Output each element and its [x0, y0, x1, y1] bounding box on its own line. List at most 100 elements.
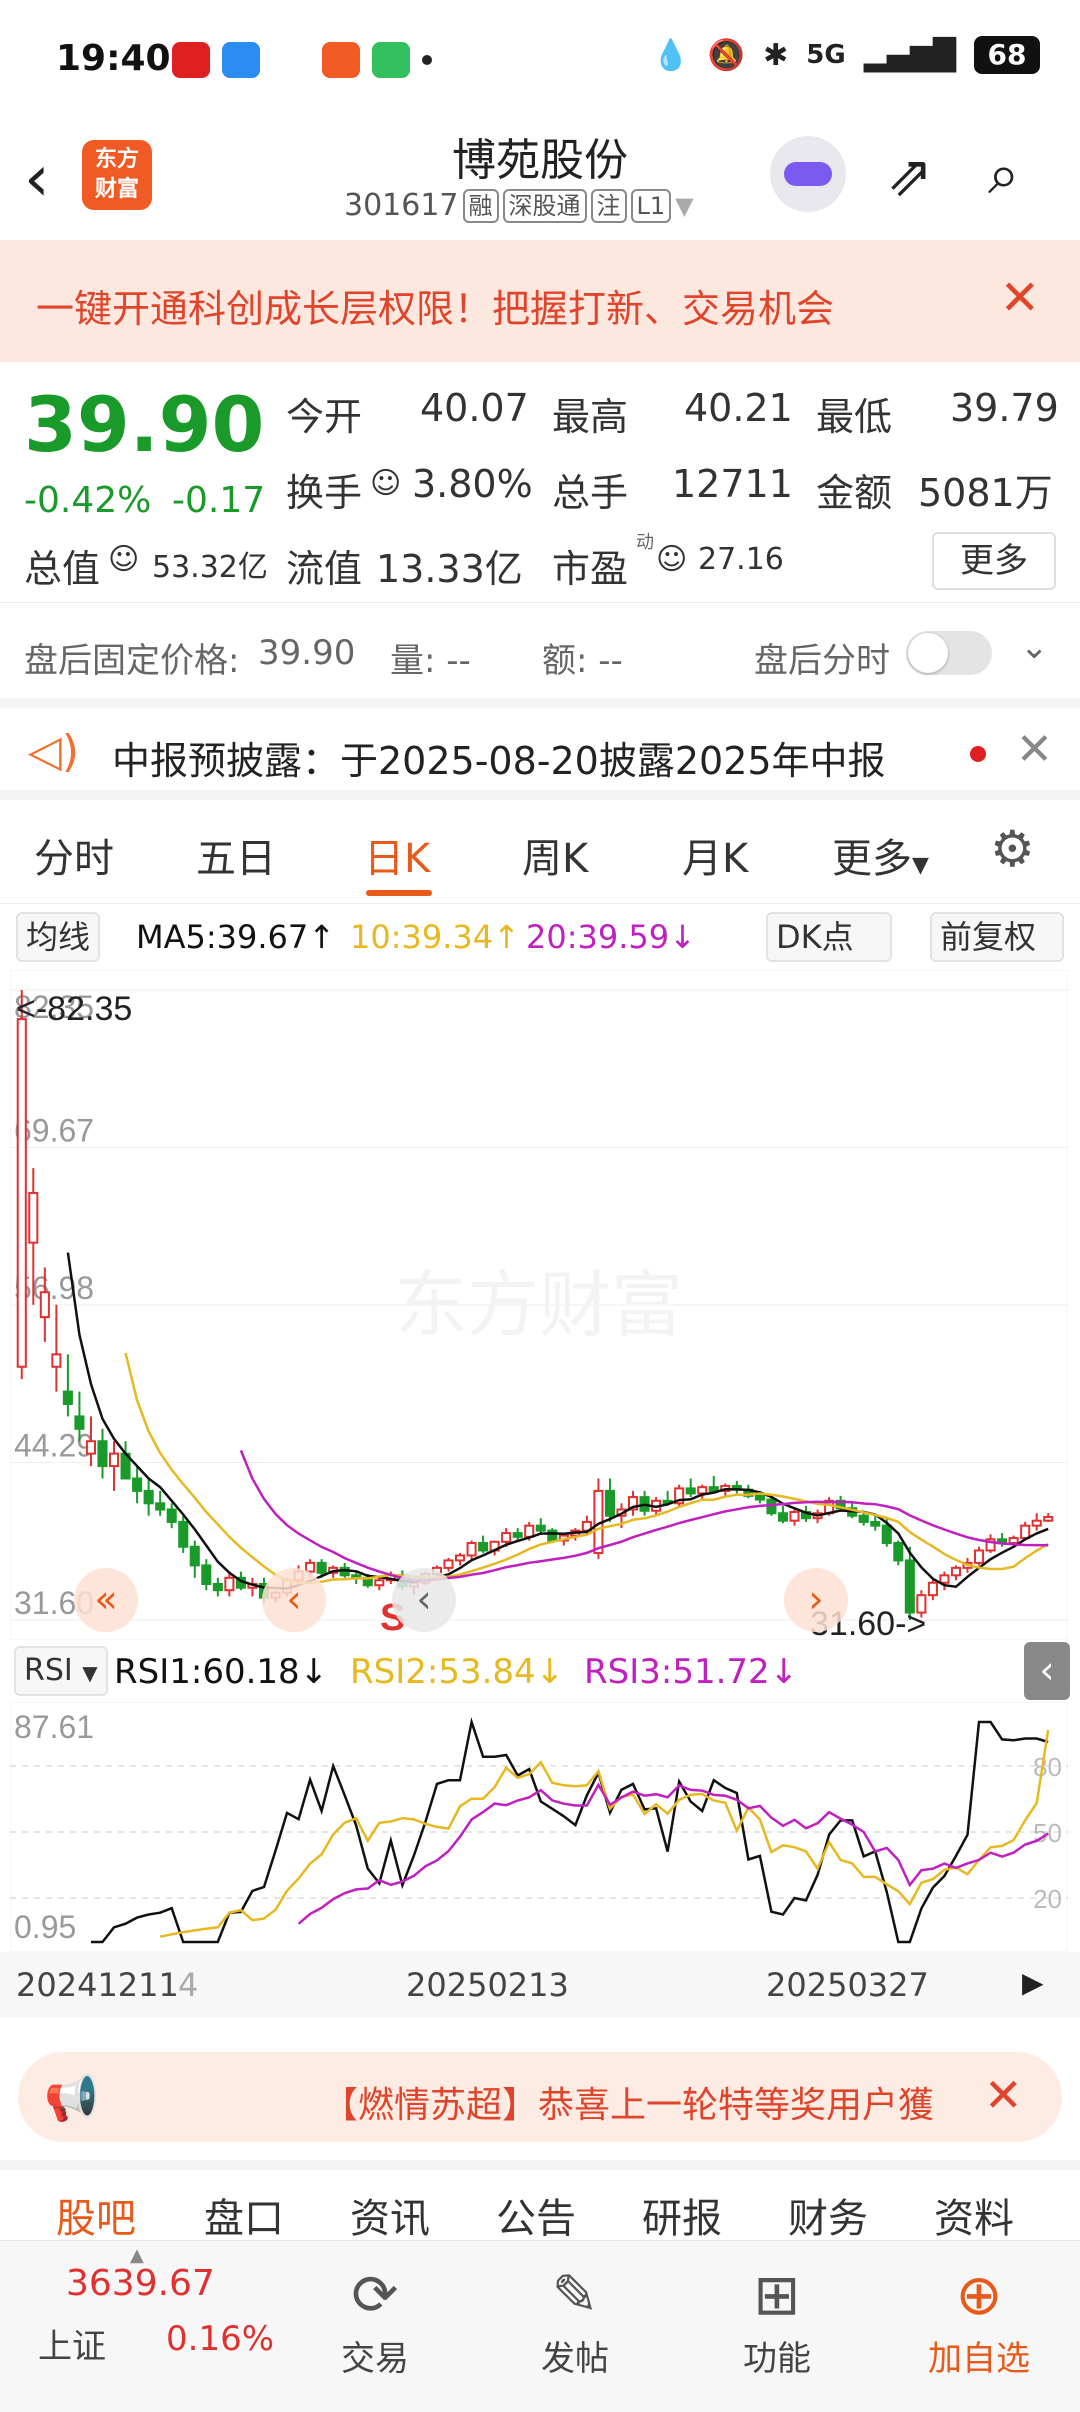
candle-body: [132, 1477, 143, 1492]
notice-bar[interactable]: ◁) 中报预披露：于2025-08-20披露2025年中报 ✕: [0, 708, 1080, 800]
fixed-price-label: 盘后固定价格:: [24, 641, 240, 681]
share-icon[interactable]: ⇗: [886, 144, 933, 209]
rsi-select[interactable]: RSI ▼: [14, 1646, 108, 1696]
date-label-2: 20250213: [406, 1966, 569, 2004]
info-icon[interactable]: ☺: [656, 542, 687, 577]
promo-strip[interactable]: 📢 【燃情苏超】恭喜上一轮特等奖用户獲 ✕: [18, 2052, 1062, 2142]
volume-value: 12711: [672, 462, 793, 506]
candle-body: [201, 1564, 212, 1586]
tab-financials[interactable]: 财务: [788, 2186, 868, 2244]
megaphone-icon: 📢: [44, 2073, 99, 2124]
tab-profile[interactable]: 资料: [934, 2186, 1014, 2244]
tab-daily-k[interactable]: 日K: [364, 826, 430, 884]
banner-text: 一键开通科创成长层权限！把握打新、交易机会: [36, 287, 835, 331]
toutiao-icon: [172, 42, 210, 78]
amount-label: 金额: [816, 471, 893, 515]
candle-body: [870, 1520, 881, 1527]
ma20-value: 20:39.59↓: [526, 918, 696, 956]
rsi-chart[interactable]: 80 50 20 87.61 0.95: [9, 1701, 1069, 1953]
turnover-value: 3.80%: [412, 462, 533, 506]
gear-icon[interactable]: ⚙: [990, 820, 1035, 878]
nav-post-label: 发帖: [541, 2339, 609, 2379]
tab-weekly-k[interactable]: 周K: [522, 826, 588, 884]
candle-body: [1043, 1515, 1054, 1522]
tab-more-label: 更多: [832, 836, 912, 882]
tab-timeshare[interactable]: 分时: [34, 826, 114, 884]
tab-monthly-k[interactable]: 月K: [682, 826, 748, 884]
stock-code-line[interactable]: 301617 融 深股通 注 L1 ▼: [344, 188, 694, 223]
candle-body: [535, 1524, 546, 1532]
low-label: 最低: [816, 395, 893, 439]
dk-point-button[interactable]: DK点: [766, 912, 892, 962]
ai-robot-icon[interactable]: [770, 136, 846, 212]
tab-forum[interactable]: 股吧: [56, 2186, 136, 2244]
candle-body: [754, 1494, 765, 1501]
bluetooth-icon: ✱: [763, 37, 789, 73]
kline-chart[interactable]: 82.35 69.67 56.98 44.29 31.60 东方财富 <-82.35 31.6…: [9, 969, 1069, 1643]
rsi-bar: RSI ▼ RSI1:60.18↓ RSI2:53.84↓ RSI3:51.72…: [0, 1640, 1080, 1702]
close-icon[interactable]: ✕: [1000, 270, 1040, 326]
play-icon[interactable]: ▶: [1022, 1966, 1044, 1999]
edit-icon: ✎: [551, 2263, 599, 2328]
watermark: 东方财富: [395, 1263, 683, 1347]
candle-body: [708, 1486, 719, 1492]
more-button[interactable]: 更多: [932, 532, 1056, 590]
rsi-frame: [9, 1701, 1069, 1953]
adjust-button[interactable]: 前复权: [930, 912, 1064, 962]
status-right: 💧 🔕 ✱ 5G ▂▄▆█ 68: [652, 36, 1040, 74]
nav-add-watchlist[interactable]: ⊕ 加自选: [904, 2261, 1054, 2380]
close-icon[interactable]: ✕: [1016, 724, 1053, 775]
timeshare-label: 盘后分时: [754, 641, 890, 681]
timeshare-toggle[interactable]: [906, 631, 992, 675]
signal-icon: ▂▄▆█: [863, 37, 956, 73]
search-icon[interactable]: ⌕: [988, 142, 1019, 208]
tab-more[interactable]: 更多▼: [832, 826, 929, 884]
tab-research[interactable]: 研报: [642, 2186, 722, 2244]
tab-announcements[interactable]: 公告: [496, 2186, 576, 2244]
change-value: -0.17: [172, 480, 266, 521]
low-value: 39.79: [950, 386, 1059, 430]
open-label: 今开: [286, 395, 363, 439]
indicator-select[interactable]: 均线: [16, 912, 101, 962]
nav-functions[interactable]: ⊞ 功能: [702, 2261, 852, 2380]
rsi-top-label: 87.61: [14, 1709, 94, 1745]
candle-body: [685, 1487, 696, 1495]
candle-body: [777, 1512, 789, 1522]
status-bar: 19:40 💧 🔕 ✱ 5G ▂▄▆█ 68: [0, 0, 1080, 120]
date-label-1: 20241211: [16, 1966, 179, 2004]
index-value[interactable]: 3639.67: [66, 2263, 215, 2304]
chart-arrow-icon: «: [94, 1577, 117, 1621]
fixed-price-value: 39.90: [258, 633, 356, 673]
rsi1-value: RSI1:60.18↓: [114, 1652, 329, 1692]
info-icon[interactable]: ☺: [108, 542, 139, 577]
candle-body: [443, 1559, 454, 1569]
nav-functions-label: 功能: [743, 2339, 811, 2379]
nav-post[interactable]: ✎ 发帖: [500, 2261, 650, 2380]
candle-body: [501, 1532, 512, 1543]
rsi3-value: RSI3:51.72↓: [584, 1652, 799, 1692]
drop-icon: 💧: [652, 37, 690, 73]
candle-body: [212, 1583, 223, 1592]
candle-body: [85, 1440, 97, 1455]
candle-body: [62, 1390, 73, 1406]
nav-trade[interactable]: ⟳ 交易: [300, 2261, 450, 2380]
collapse-arrow-icon[interactable]: ‹: [1024, 1642, 1070, 1700]
candle-body: [950, 1566, 962, 1577]
pe-label: 市盈: [552, 547, 629, 591]
tab-orderbook[interactable]: 盘口: [204, 2186, 284, 2244]
close-icon[interactable]: ✕: [984, 2068, 1023, 2122]
ma10-value: 10:39.34↑: [350, 918, 520, 956]
float-label: 流值: [286, 547, 363, 591]
candle-body: [789, 1511, 800, 1522]
chevron-down-icon[interactable]: ⌄: [1020, 627, 1049, 667]
caret-down-icon: ▼: [82, 1661, 98, 1685]
candle-body: [189, 1545, 200, 1567]
date-label-3: 20250327: [766, 1966, 929, 2004]
dropdown-icon[interactable]: ▼: [675, 192, 693, 220]
info-icon[interactable]: ☺: [370, 466, 401, 501]
promo-banner[interactable]: 一键开通科创成长层权限！把握打新、交易机会 ✕: [0, 240, 1080, 362]
tab-five-day[interactable]: 五日: [196, 826, 276, 884]
mcap-label: 总值: [24, 547, 101, 591]
tab-news[interactable]: 资讯: [350, 2186, 430, 2244]
rsi-bottom-label: 0.95: [14, 1909, 76, 1945]
